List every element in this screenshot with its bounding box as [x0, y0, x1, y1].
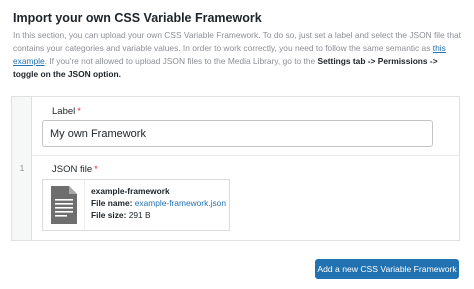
- label-field-text: Label: [52, 106, 76, 117]
- add-framework-button[interactable]: Add a new CSS Variable Framework: [315, 259, 459, 279]
- label-input[interactable]: [42, 120, 433, 147]
- row-number: 1: [19, 163, 25, 173]
- file-title: example-framework: [91, 186, 170, 196]
- description-text-2: . If you're not allowed to upload JSON f…: [44, 56, 318, 66]
- label-field-label: Label *: [52, 106, 81, 117]
- document-icon: [51, 186, 77, 224]
- file-name-row: File name: example-framework.json: [91, 197, 226, 209]
- description-text-1: In this section, you can upload your own…: [13, 30, 461, 53]
- json-file-preview[interactable]: example-framework File name: example-fra…: [42, 179, 230, 231]
- file-info: example-framework File name: example-fra…: [91, 185, 226, 221]
- required-indicator: *: [77, 106, 81, 117]
- section-description: In this section, you can upload your own…: [13, 29, 465, 81]
- file-name-link[interactable]: example-framework.json: [135, 198, 226, 208]
- row-drag-handle[interactable]: 1: [12, 97, 32, 240]
- file-size-value: 291 B: [128, 210, 151, 220]
- section-title: Import your own CSS Variable Framework: [13, 11, 262, 25]
- framework-repeater: 1 Label* JSON file* example-framework: [11, 96, 460, 241]
- field-divider: [33, 155, 459, 156]
- file-size-row: File size: 291 B: [91, 209, 226, 221]
- required-indicator: *: [94, 164, 98, 175]
- file-thumbnail: [43, 180, 85, 230]
- json-field-text: JSON file: [52, 164, 93, 175]
- file-size-label: File size:: [91, 210, 127, 220]
- file-name-label: File name:: [91, 198, 133, 208]
- repeater-row: Label* JSON file* example-framework File…: [33, 97, 459, 240]
- json-field-label: JSON file *: [52, 164, 98, 175]
